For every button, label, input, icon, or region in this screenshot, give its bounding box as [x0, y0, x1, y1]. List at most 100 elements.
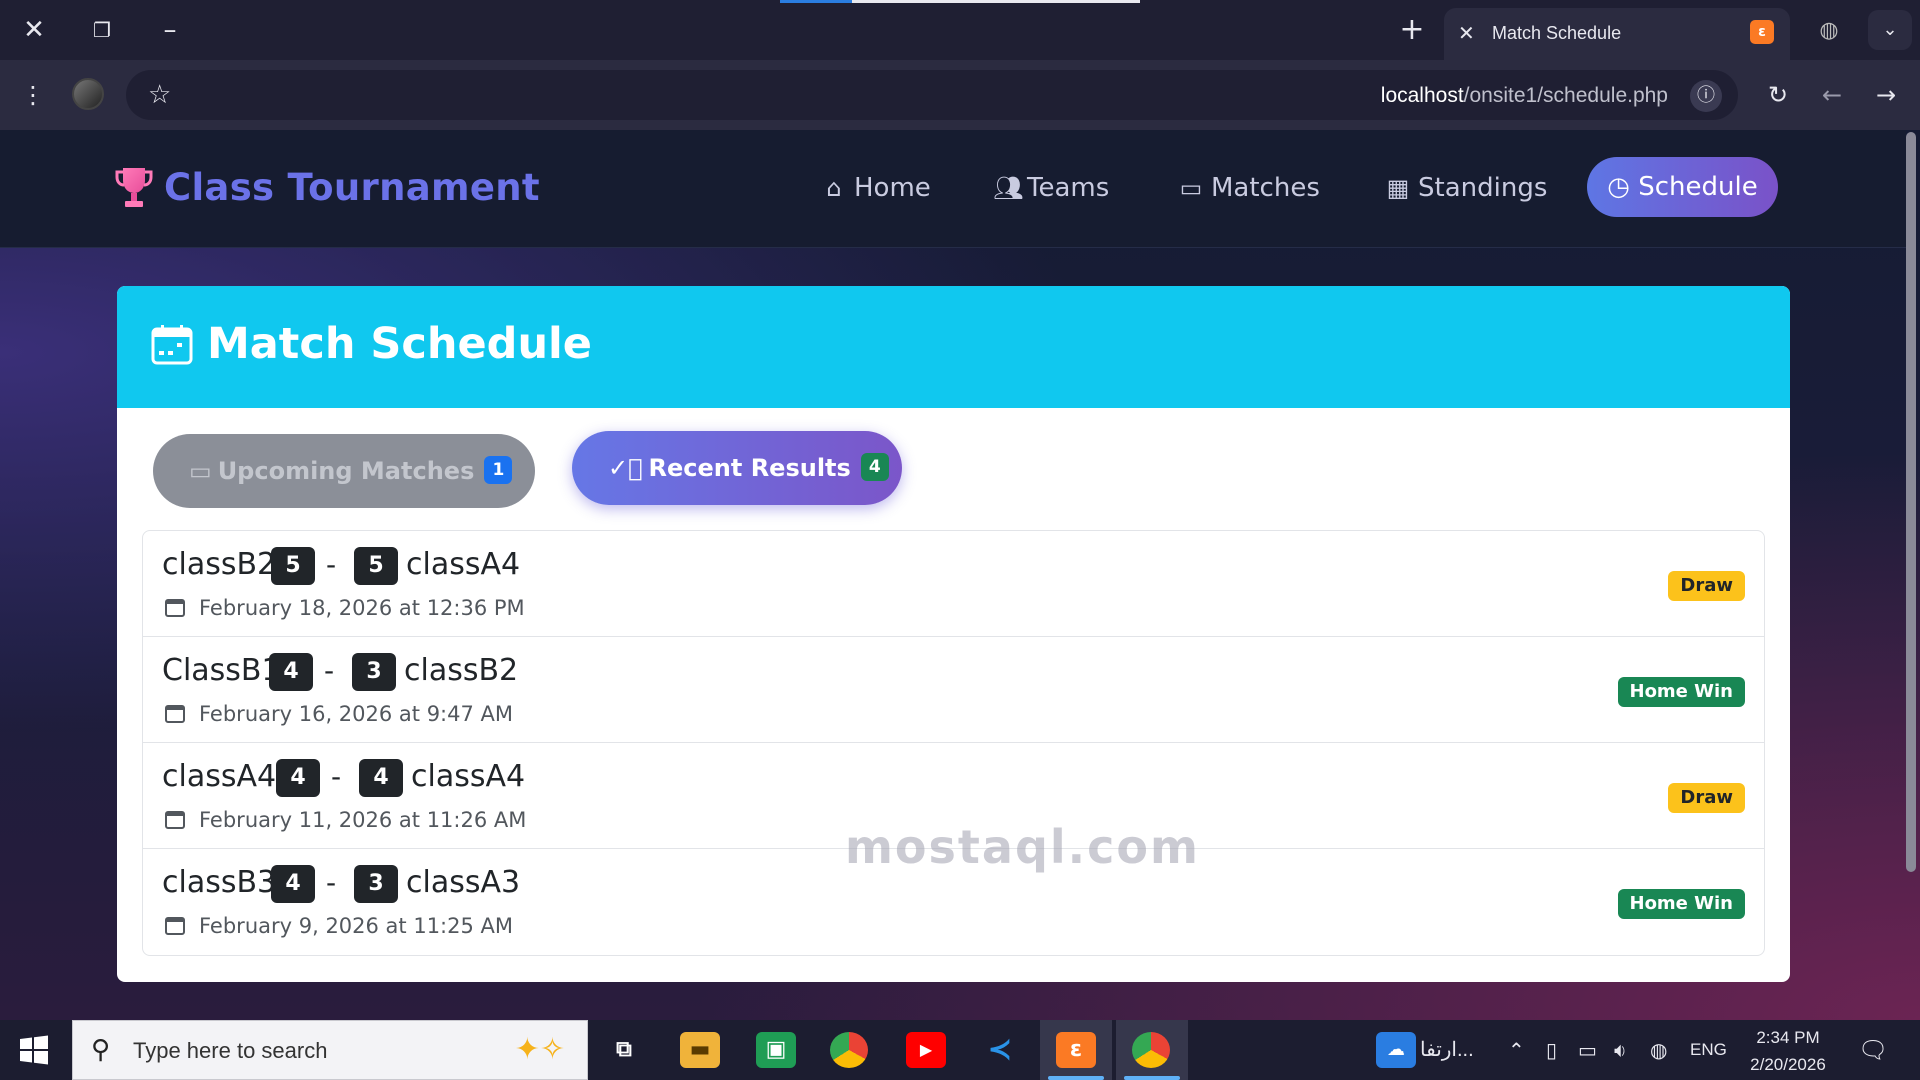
notification-center-icon[interactable]: 🗨︎ [1858, 1038, 1888, 1062]
home-score: 4 [269, 653, 313, 691]
watermark: mostaql.com [845, 820, 1200, 874]
home-team: classB2 [162, 547, 277, 582]
home-score: 4 [271, 865, 315, 903]
search-placeholder: Type here to search [133, 1038, 328, 1063]
check-circle-icon: ✓⃝ [608, 454, 643, 482]
browser-tabbar: ✕ ❐ – + ✕ Match Schedule ɛ ◍ ⌄ [0, 0, 1920, 60]
tab-recent-results[interactable]: ✓⃝ Recent Results 4 [572, 431, 902, 505]
calendar-icon: ▭ [1179, 174, 1203, 202]
site-info-icon[interactable]: ⓘ [1690, 80, 1722, 112]
table-icon: ▦ [1386, 174, 1410, 202]
new-tab-button[interactable]: + [1394, 12, 1430, 48]
language-indicator[interactable]: ENG [1690, 1039, 1727, 1061]
nav-matches[interactable]: ▭ Matches [1177, 168, 1320, 208]
loading-indicator [780, 0, 1140, 3]
page-title: Match Schedule [207, 319, 592, 369]
forward-arrow-icon[interactable]: → [1870, 80, 1902, 110]
weather-widget-icon[interactable]: ☁ [1376, 1032, 1416, 1068]
clock-date[interactable]: 2/20/2026 [1743, 1054, 1833, 1076]
brand-name: Class Tournament [164, 166, 540, 209]
card-header: Match Schedule [117, 286, 1790, 408]
show-hidden-icons-chevron-icon[interactable]: ⌃ [1508, 1038, 1525, 1062]
browser-tab[interactable]: ✕ Match Schedule ɛ [1444, 8, 1790, 60]
search-icon: ⚲ [91, 1035, 111, 1065]
outcome-badge: Draw [1668, 783, 1745, 813]
weather-text[interactable]: ارتفا... [1420, 1039, 1474, 1061]
trophy-icon [115, 168, 153, 207]
match-date: February 9, 2026 at 11:25 AM [199, 914, 514, 938]
home-score: 5 [271, 547, 315, 585]
chrome-active-icon[interactable] [1132, 1032, 1170, 1068]
away-team: classA3 [406, 865, 521, 900]
meet-icon[interactable]: ▯ [1546, 1038, 1557, 1062]
running-indicator [1124, 1076, 1180, 1080]
tab-title: Match Schedule [1492, 23, 1622, 43]
window-close-icon[interactable]: ✕ [12, 12, 56, 48]
youtube-icon[interactable]: ▶ [906, 1032, 946, 1068]
nav-standings[interactable]: ▦ Standings [1384, 168, 1548, 208]
battery-icon[interactable]: ▭ [1578, 1038, 1597, 1062]
calendar-icon [165, 599, 185, 617]
away-score: 4 [359, 759, 403, 797]
bookmark-star-icon[interactable]: ☆ [148, 78, 171, 112]
back-arrow-icon[interactable]: ← [1816, 80, 1848, 110]
schedule-card: Match Schedule ▭ Upcoming Matches 1 ✓⃝ Rece… [117, 286, 1790, 982]
clock-time[interactable]: 2:34 PM [1755, 1027, 1821, 1049]
people-icon: 👥︎ [993, 174, 1024, 202]
menu-kebab-icon[interactable]: ⋮ [18, 80, 48, 110]
nav-schedule[interactable]: ◷ Schedule [1587, 157, 1778, 217]
windows-start-icon[interactable] [18, 1034, 50, 1066]
volume-icon[interactable]: 🔉︎ [1614, 1038, 1627, 1062]
tab-list-chevron-icon[interactable]: ⌄ [1868, 10, 1912, 50]
score-separator: - [331, 760, 342, 793]
home-icon: ⌂ [826, 174, 842, 202]
home-team: classA4 [162, 759, 277, 794]
file-explorer-icon[interactable]: ▬ [680, 1032, 720, 1068]
reload-icon[interactable]: ↻ [1762, 80, 1794, 110]
match-date: February 16, 2026 at 9:47 AM [199, 702, 514, 726]
tab-upcoming-matches[interactable]: ▭ Upcoming Matches 1 [153, 434, 535, 508]
window-restore-icon[interactable]: ❐ [80, 12, 124, 48]
score-separator: - [326, 866, 337, 899]
xampp-icon[interactable]: ɛ [1056, 1032, 1096, 1068]
page-viewport: Class Tournament ⌂ Home 👥︎ Teams ▭ Matches … [0, 130, 1920, 1020]
profile-avatar[interactable] [72, 78, 104, 110]
upcoming-count-badge: 1 [484, 456, 513, 484]
away-team: classB2 [404, 653, 519, 688]
home-team: classB3 [162, 865, 277, 900]
vscode-icon[interactable]: ≺ [980, 1032, 1020, 1068]
task-view-icon[interactable]: ⧉ [604, 1032, 644, 1068]
classroom-icon[interactable]: ▣ [756, 1032, 796, 1068]
result-row: ClassB1 4 - 3 classB2 February 16, 2026 … [143, 637, 1764, 743]
taskbar-search-input[interactable]: ⚲ Type here to search ✦✧ [72, 1020, 588, 1080]
chrome-icon[interactable] [830, 1032, 868, 1068]
tab-close-icon[interactable]: ✕ [1458, 18, 1475, 48]
home-score: 4 [276, 759, 320, 797]
nav-home[interactable]: ⌂ Home [820, 168, 930, 208]
clock-icon: ◷ [1607, 172, 1630, 202]
network-globe-icon[interactable]: ◍ [1650, 1038, 1667, 1062]
address-bar[interactable]: ☆ localhost/onsite1/schedule.php ⓘ [126, 70, 1738, 120]
url-text[interactable]: localhost/onsite1/schedule.php [1381, 82, 1668, 110]
globe-icon[interactable]: ◍ [1812, 14, 1846, 48]
running-indicator [1048, 1076, 1104, 1080]
score-separator: - [324, 654, 335, 687]
score-separator: - [326, 548, 337, 581]
calendar-icon [165, 811, 185, 829]
window-minimize-icon[interactable]: – [148, 12, 192, 48]
site-navbar: Class Tournament ⌂ Home 👥︎ Teams ▭ Matches … [0, 130, 1906, 248]
outcome-badge: Home Win [1617, 889, 1745, 919]
away-score: 5 [354, 547, 398, 585]
results-list: classB2 5 - 5 classA4 February 18, 2026 … [142, 530, 1765, 956]
windows-taskbar: ⚲ Type here to search ✦✧ ⧉ ▬ ▣ ▶ ≺ ɛ ☁ ا… [0, 1020, 1920, 1080]
outcome-badge: Draw [1668, 571, 1745, 601]
calendar-week-icon [151, 325, 193, 365]
nav-teams[interactable]: 👥︎ Teams [993, 168, 1109, 208]
home-team: ClassB1 [162, 653, 281, 688]
page-scrollbar[interactable] [1906, 132, 1916, 872]
match-date: February 18, 2026 at 12:36 PM [199, 596, 525, 620]
calendar-icon [165, 705, 185, 723]
outcome-badge: Home Win [1617, 677, 1745, 707]
away-score: 3 [352, 653, 396, 691]
result-row: classB2 5 - 5 classA4 February 18, 2026 … [143, 531, 1764, 637]
